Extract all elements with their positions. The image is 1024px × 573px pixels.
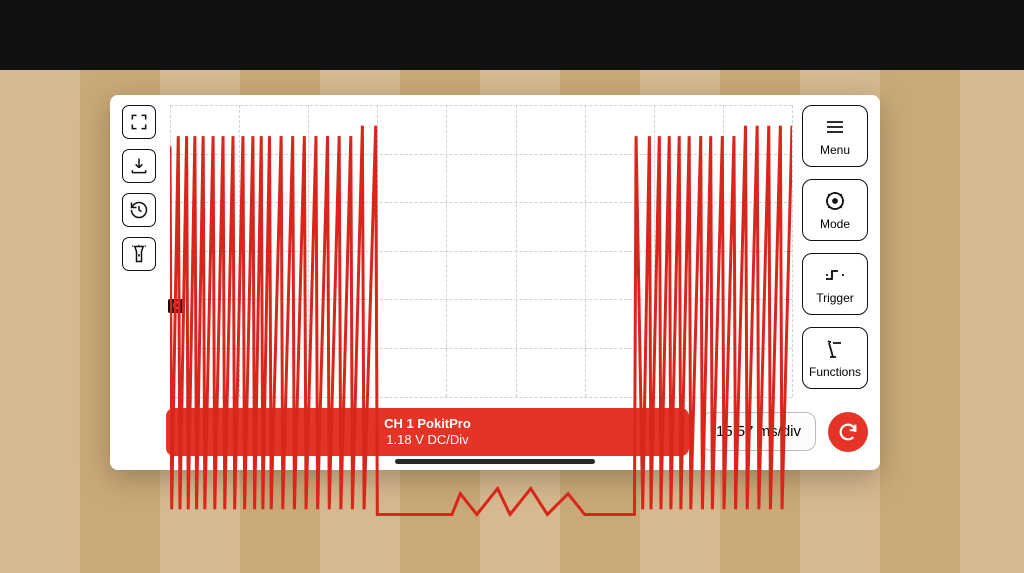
functions-label: Functions — [809, 365, 861, 379]
right-toolbar: Menu Mode Trigger Functions — [802, 105, 868, 398]
functions-icon — [823, 337, 847, 361]
fullscreen-icon — [129, 112, 149, 132]
functions-button[interactable]: Functions — [802, 327, 868, 389]
menu-label: Menu — [820, 143, 850, 157]
graph-area[interactable]: 0 — [170, 105, 792, 398]
trigger-button[interactable]: Trigger — [802, 253, 868, 315]
refresh-button[interactable] — [828, 412, 868, 452]
home-indicator — [395, 459, 595, 464]
menu-button[interactable]: Menu — [802, 105, 868, 167]
app-body: 0 Menu Mode Trigger Functions — [110, 95, 880, 398]
download-icon — [129, 156, 149, 176]
mode-dial-icon — [823, 189, 847, 213]
flashlight-icon — [129, 244, 149, 264]
history-button[interactable] — [122, 193, 156, 227]
history-icon — [129, 200, 149, 220]
trigger-icon — [823, 263, 847, 287]
waveform-trace — [170, 105, 792, 573]
trigger-label: Trigger — [816, 291, 854, 305]
download-button[interactable] — [122, 149, 156, 183]
refresh-icon — [837, 421, 859, 443]
oscilloscope-app: 0 Menu Mode Trigger Functions — [110, 95, 880, 470]
left-toolbar — [122, 105, 160, 398]
fullscreen-button[interactable] — [122, 105, 156, 139]
mode-label: Mode — [820, 217, 850, 231]
mode-button[interactable]: Mode — [802, 179, 868, 241]
flashlight-button[interactable] — [122, 237, 156, 271]
menu-icon — [823, 115, 847, 139]
